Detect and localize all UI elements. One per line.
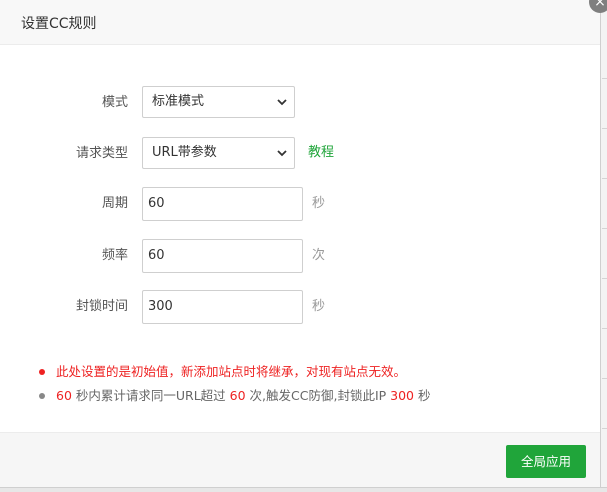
cycle-input[interactable]: 60: [142, 187, 303, 221]
summary-frequency-value: 60: [229, 388, 246, 403]
mode-row: 模式 标准模式: [0, 86, 600, 120]
bullet-icon: [39, 393, 45, 399]
request-type-select[interactable]: URL带参数: [142, 137, 295, 169]
cycle-unit: 秒: [312, 196, 326, 211]
dialog-header: 设置CC规则: [0, 0, 600, 45]
request-type-row: 请求类型 URL带参数 教程: [0, 137, 600, 171]
frequency-label: 频率: [101, 248, 128, 263]
notes-list: 此处设置的是初始值，新添加站点时将继承，对现有站点无效。 60 秒内累计请求同一…: [36, 360, 596, 408]
background-page-edge-bottom: [0, 487, 607, 492]
summary-text-3: 秒: [414, 388, 431, 403]
warning-note: 此处设置的是初始值，新添加站点时将继承，对现有站点无效。: [36, 360, 596, 384]
divider: [602, 278, 607, 279]
chevron-down-icon: [277, 150, 287, 157]
summary-note: 60 秒内累计请求同一URL超过 60 次,触发CC防御,封锁此IP 300 秒: [36, 384, 596, 408]
ban-time-input[interactable]: 300: [142, 290, 303, 324]
cycle-row: 周期 60 秒: [0, 187, 600, 221]
request-type-select-value: URL带参数: [152, 145, 217, 160]
cc-rule-dialog: 设置CC规则 模式 标准模式 请求类型 URL带参数 教程 周期 60 秒 频率…: [0, 0, 600, 491]
mode-select[interactable]: 标准模式: [142, 86, 295, 118]
cycle-label: 周期: [101, 196, 128, 211]
summary-cycle-value: 60: [56, 388, 72, 403]
mode-label: 模式: [101, 95, 128, 110]
frequency-row: 频率 60 次: [0, 239, 600, 273]
divider: [602, 178, 607, 179]
chevron-down-icon: [277, 99, 287, 106]
divider: [602, 428, 607, 429]
close-icon: ×: [594, 0, 606, 10]
ban-time-unit: 秒: [312, 299, 326, 314]
divider: [602, 378, 607, 379]
warning-note-text: 此处设置的是初始值，新添加站点时将继承，对现有站点无效。: [56, 364, 407, 379]
divider: [602, 328, 607, 329]
divider: [602, 228, 607, 229]
ban-time-label: 封锁时间: [75, 299, 128, 314]
summary-text-1: 秒内累计请求同一URL超过: [71, 388, 230, 403]
ban-time-row: 封锁时间 300 秒: [0, 290, 600, 324]
frequency-unit: 次: [312, 248, 326, 263]
mode-select-value: 标准模式: [152, 94, 205, 109]
tutorial-link[interactable]: 教程: [308, 137, 334, 169]
request-type-label: 请求类型: [75, 146, 128, 161]
background-page-edge: [600, 0, 607, 491]
dialog-title: 设置CC规则: [21, 16, 97, 32]
divider: [602, 128, 607, 129]
dialog-footer: 全局应用: [0, 432, 600, 488]
global-apply-button[interactable]: 全局应用: [506, 445, 586, 478]
divider: [602, 78, 607, 79]
bullet-icon: [39, 369, 45, 375]
frequency-input[interactable]: 60: [142, 239, 303, 273]
summary-ban-value: 300: [390, 388, 414, 403]
summary-text-2: 次,触发CC防御,封锁此IP: [245, 388, 391, 403]
